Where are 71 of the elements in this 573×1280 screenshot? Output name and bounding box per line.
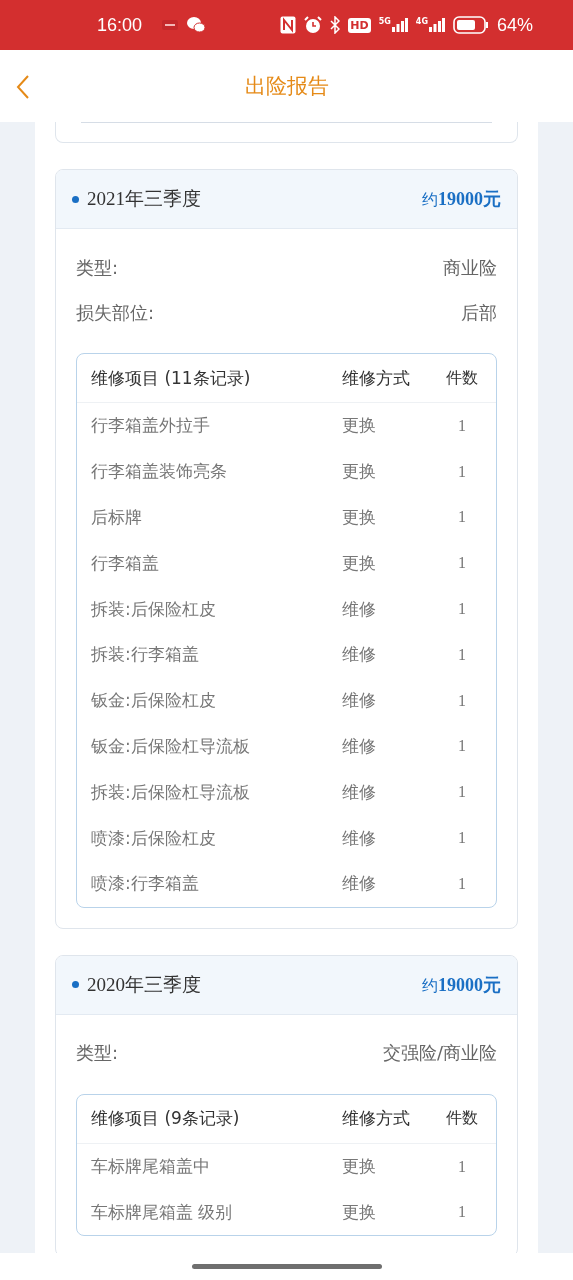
table-cell-text: 1	[457, 783, 467, 802]
table-cell-text: 1	[457, 508, 467, 527]
table-cell-text: 拆装:行李箱盖	[91, 643, 200, 667]
claim-amount: 约19000元	[422, 973, 501, 997]
table-cell-text: 1	[457, 874, 467, 893]
column-header: 维修项目 (11条记录)	[91, 366, 252, 390]
field-label: 损失部位:	[76, 300, 155, 325]
signal-icon	[391, 18, 408, 32]
table-cell-text: 维修	[341, 872, 377, 896]
table-cell-text: 维修	[341, 597, 377, 621]
bullet-icon	[72, 195, 79, 203]
table-cell-text: 1	[457, 1203, 467, 1222]
table-cell-text: 更换	[341, 1200, 377, 1224]
table-cell-text: 更换	[341, 414, 377, 438]
table-cell-text: 1	[457, 416, 467, 435]
column-header: 维修方式	[342, 1107, 411, 1131]
table-cell-text: 后标牌	[91, 506, 143, 529]
hd-indicator: HD	[348, 17, 371, 33]
table-cell-text: 喷漆:行李箱盖	[91, 872, 200, 896]
battery-icon	[452, 16, 489, 34]
signal-icon	[428, 18, 445, 32]
battery-percentage: 64%	[496, 14, 533, 36]
table-cell-text: 拆装:后保险杠皮	[91, 597, 217, 621]
column-header: 件数	[445, 1108, 479, 1129]
table-cell-text: 行李箱盖外拉手	[91, 414, 211, 438]
field-value: 商业险	[443, 255, 497, 280]
field-label: 类型:	[76, 1041, 119, 1066]
network-label: 5G	[378, 18, 391, 26]
table-cell-text: 更换	[341, 506, 377, 529]
table-cell-text: 1	[457, 600, 467, 619]
table-cell-text: 1	[457, 1157, 467, 1176]
bullet-icon	[72, 981, 79, 989]
table-cell-text: 钣金:后保险杠导流板	[91, 734, 251, 758]
table-cell-text: 维修	[341, 780, 377, 804]
table-cell-text: 拆装:后保险杠导流板	[91, 780, 251, 804]
clock: 16:00	[97, 14, 143, 36]
table-cell-text: 行李箱盖	[91, 551, 160, 575]
table-cell-text: 更换	[341, 1155, 377, 1179]
table-cell-text: 维修	[341, 643, 377, 667]
table-cell-text: 更换	[341, 551, 377, 575]
field-value: 交强险/商业险	[382, 1041, 497, 1066]
table-cell-text: 1	[457, 737, 467, 756]
bluetooth-icon	[330, 16, 341, 34]
alarm-icon	[304, 16, 323, 34]
claim-period: 2020年三季度	[87, 972, 201, 997]
table-cell-text: 维修	[341, 689, 377, 713]
table-cell-text: 维修	[341, 826, 377, 850]
table-cell-text: 车标牌尾箱盖中	[91, 1155, 211, 1179]
table-cell-text: 1	[457, 645, 467, 664]
column-header: 件数	[445, 367, 479, 388]
table-cell-text: 1	[457, 554, 467, 573]
nfc-icon	[280, 16, 297, 34]
app-icon	[162, 20, 179, 30]
table-cell-text: 1	[457, 829, 467, 848]
table-cell-text: 维修	[341, 734, 377, 758]
table-cell-text: 钣金:后保险杠皮	[91, 689, 217, 713]
claim-amount: 约19000元	[422, 188, 501, 211]
table-cell-text: 更换	[341, 460, 377, 484]
field-value: 后部	[461, 300, 497, 325]
table-cell-text: 1	[457, 691, 467, 710]
table-cell-text: 车标牌尾箱盖 级别	[91, 1200, 234, 1224]
column-header: 维修项目 (9条记录)	[91, 1107, 241, 1131]
column-header: 维修方式	[342, 366, 411, 390]
claim-period: 2021年三季度	[87, 187, 201, 211]
field-label: 类型:	[76, 255, 119, 280]
page-title: 出险报告	[244, 73, 329, 100]
table-cell-text: 行李箱盖装饰亮条	[91, 460, 228, 484]
network-label: 4G	[415, 18, 428, 26]
chat-icon	[186, 16, 207, 34]
table-cell-text: 1	[457, 462, 467, 481]
table-cell-text: 喷漆:后保险杠皮	[91, 826, 217, 850]
